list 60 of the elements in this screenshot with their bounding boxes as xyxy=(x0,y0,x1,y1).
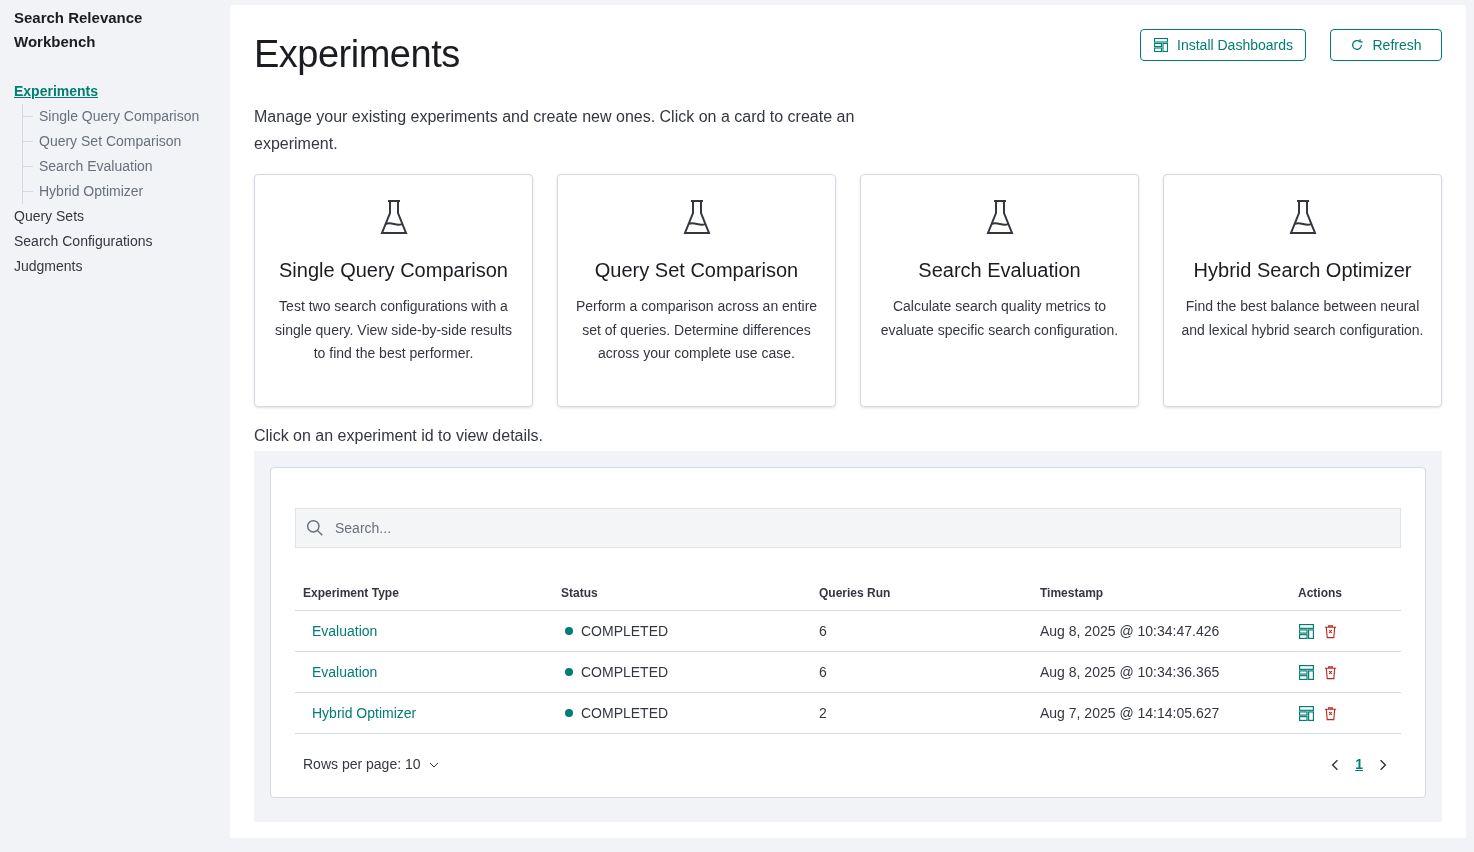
column-header: Status xyxy=(553,576,811,611)
chevron-right-icon[interactable] xyxy=(1377,758,1389,771)
search-field[interactable]: Search... xyxy=(295,508,1401,548)
card-title: Single Query Comparison xyxy=(279,258,508,283)
experiment-card[interactable]: Query Set Comparison Perform a comparison across an entire set of queries. Determine differences across your complete use case. xyxy=(557,174,836,407)
table-cell: Aug 8, 2025 @ 10:34:36.365 xyxy=(1040,663,1220,680)
nav-link[interactable]: Query Sets xyxy=(14,204,216,229)
card-description: Calculate search quality metrics to evaluate specific search configuration. xyxy=(879,297,1120,340)
card-description: Test two search configurations with a single query. View side-by-side results to find the best performer. xyxy=(274,297,513,363)
status-text: COMPLETED xyxy=(581,662,669,682)
column-header: Queries Run xyxy=(811,576,1032,611)
card-title: Hybrid Search Optimizer xyxy=(1193,258,1412,283)
card-title: Query Set Comparison xyxy=(594,258,799,283)
trash-icon[interactable] xyxy=(1323,623,1338,639)
flask-icon xyxy=(681,199,712,237)
trash-icon[interactable] xyxy=(1323,705,1338,721)
experiment-link[interactable]: Hybrid Optimizer xyxy=(303,704,417,721)
card-description: Perform a comparison across an entire set of queries. Determine differences across your complete use case. xyxy=(574,297,819,363)
nav-sub-link[interactable]: Single Query Comparison xyxy=(33,104,200,129)
search-icon xyxy=(306,519,324,537)
dashboard-icon xyxy=(1153,37,1170,53)
column-header: Actions xyxy=(1290,576,1401,611)
experiment-link[interactable]: Evaluation xyxy=(303,663,378,680)
install-dashboards-button[interactable]: Install Dashboards xyxy=(1140,29,1306,61)
flask-icon xyxy=(984,199,1015,237)
column-header: Experiment Type xyxy=(295,576,553,611)
nav-link[interactable]: Experiments xyxy=(14,79,216,104)
table-cell: 2 xyxy=(819,704,827,721)
dashboard-icon xyxy=(1298,663,1315,681)
table-cell: 6 xyxy=(819,663,827,680)
card-title: Search Evaluation xyxy=(918,258,1081,283)
table-cell: 6 xyxy=(819,622,827,639)
dashboard-icon xyxy=(1298,704,1315,722)
experiment-card[interactable]: Search Evaluation Calculate search quality metrics to evaluate specific search configuration. xyxy=(860,174,1139,407)
page-link[interactable]: 1 xyxy=(1355,754,1363,775)
page-description: Manage your existing experiments and create new ones. Click on a card to create an experiment. xyxy=(254,107,856,154)
card-description: Find the best balance between neural and lexical hybrid search configuration. xyxy=(1180,297,1425,340)
status-text: COMPLETED xyxy=(581,703,669,723)
nav-link[interactable]: Search Configurations xyxy=(14,229,216,254)
table-cell: Aug 7, 2025 @ 14:14:05.627 xyxy=(1040,704,1220,721)
nav-sub-link[interactable]: Query Set Comparison xyxy=(33,129,182,154)
refresh-button[interactable]: Refresh xyxy=(1330,29,1442,61)
experiment-card[interactable]: Hybrid Search Optimizer Find the best balance between neural and lexical hybrid search configuration. xyxy=(1163,174,1442,407)
column-header: Timestamp xyxy=(1032,576,1290,611)
status-text: COMPLETED xyxy=(581,621,669,641)
rows-per-page-button[interactable]: Rows per page: 10 xyxy=(303,754,439,775)
page-title: Experiments xyxy=(254,32,460,77)
experiment-link[interactable]: Evaluation xyxy=(303,622,378,639)
dashboard-icon xyxy=(1298,622,1315,640)
nav-sub-link[interactable]: Hybrid Optimizer xyxy=(33,179,144,204)
sidebar-title: Search Relevance Workbench xyxy=(14,8,144,52)
trash-icon[interactable] xyxy=(1323,664,1338,680)
flask-icon xyxy=(1287,199,1318,237)
table-hint: Click on an experiment id to view details. xyxy=(254,426,545,446)
nav-link[interactable]: Judgments xyxy=(14,254,216,279)
refresh-icon xyxy=(1350,38,1365,52)
flask-icon xyxy=(378,199,409,237)
table-cell: Aug 8, 2025 @ 10:34:47.426 xyxy=(1040,622,1220,639)
nav-sub-link[interactable]: Search Evaluation xyxy=(33,154,153,179)
experiment-card[interactable]: Single Query Comparison Test two search configurations with a single query. View side-by-side results to find the best performer. xyxy=(254,174,533,407)
